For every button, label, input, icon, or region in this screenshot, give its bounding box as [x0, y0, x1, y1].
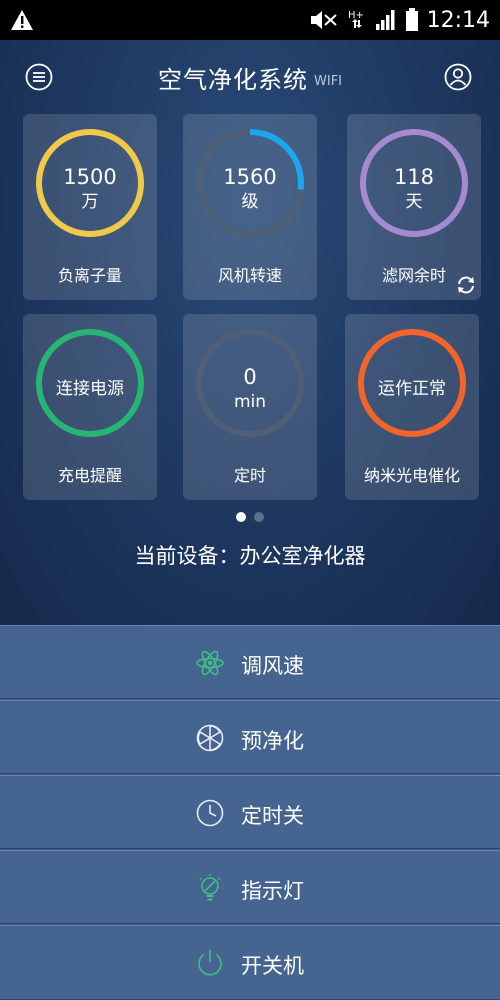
card-unit: 万	[81, 192, 99, 212]
device-separator: ：	[218, 544, 240, 568]
control-menu: 调风速 预净化 定时关 指示灯 开关机	[0, 625, 500, 1000]
menu-label: 定时关	[241, 804, 304, 828]
card-label: 负离子量	[57, 266, 122, 285]
card-timer[interactable]: 0 min 定时	[183, 314, 317, 500]
card-value: 0	[243, 365, 257, 389]
bulb-icon	[199, 874, 221, 901]
card-nano-photocatalysis[interactable]: 运作正常 纳米光电催化	[345, 314, 479, 500]
card-value: 运作正常	[378, 379, 446, 399]
card-filter-life[interactable]: 118 天 滤网余时	[347, 114, 481, 300]
status-bar: H+ 12:14	[0, 0, 500, 40]
page-indicator	[0, 512, 500, 522]
card-label: 充电提醒	[57, 466, 122, 485]
device-name: 办公室净化器	[239, 544, 366, 568]
svg-text:H+: H+	[348, 10, 364, 21]
card-value: 连接电源	[56, 379, 124, 399]
device-label: 当前设备	[134, 544, 219, 568]
menu-item-pre-purify[interactable]: 预净化	[0, 700, 500, 774]
menu-item-fan-speed[interactable]: 调风速	[0, 625, 500, 699]
user-icon[interactable]	[443, 62, 473, 92]
menu-label: 开关机	[241, 954, 304, 978]
app-subtitle: WIFI	[314, 73, 342, 89]
clock-icon	[196, 799, 224, 827]
app-title: 空气净化系统	[158, 65, 308, 94]
status-time: 12:14	[426, 7, 490, 33]
menu-item-timer-off[interactable]: 定时关	[0, 775, 500, 849]
app-header: 空气净化系统 WIFI	[0, 56, 500, 98]
menu-item-power[interactable]: 开关机	[0, 925, 500, 1000]
purify-icon	[196, 724, 224, 752]
fan-icon	[196, 650, 224, 676]
signal-icon	[375, 10, 395, 30]
card-value: 1500	[63, 165, 117, 189]
card-label: 定时	[233, 466, 266, 485]
menu-label: 调风速	[241, 654, 304, 678]
mute-icon	[310, 11, 337, 29]
card-unit: 天	[405, 192, 423, 212]
card-unit: 级	[241, 192, 259, 212]
warning-icon	[11, 10, 33, 30]
card-value: 118	[393, 165, 435, 189]
card-negative-ions[interactable]: 1500 万 负离子量	[23, 114, 157, 300]
battery-icon	[405, 8, 418, 31]
page-dot-active[interactable]	[236, 512, 246, 522]
card-charge-reminder[interactable]: 连接电源 充电提醒	[23, 314, 157, 500]
card-label: 风机转速	[217, 266, 282, 285]
refresh-icon[interactable]	[455, 274, 477, 296]
menu-icon[interactable]	[24, 62, 54, 92]
current-device: 当前设备：办公室净化器	[0, 540, 500, 570]
menu-item-indicator-light[interactable]: 指示灯	[0, 850, 500, 924]
power-icon	[198, 950, 222, 976]
card-value: 1560	[223, 165, 277, 189]
card-fan-speed[interactable]: 1560 级 风机转速	[183, 114, 317, 300]
menu-label: 指示灯	[241, 879, 304, 903]
menu-label: 预净化	[241, 729, 304, 753]
card-unit: min	[233, 392, 267, 412]
page-dot[interactable]	[254, 512, 264, 522]
hplus-data-icon: H+	[348, 10, 364, 28]
card-label: 纳米光电催化	[363, 466, 460, 485]
